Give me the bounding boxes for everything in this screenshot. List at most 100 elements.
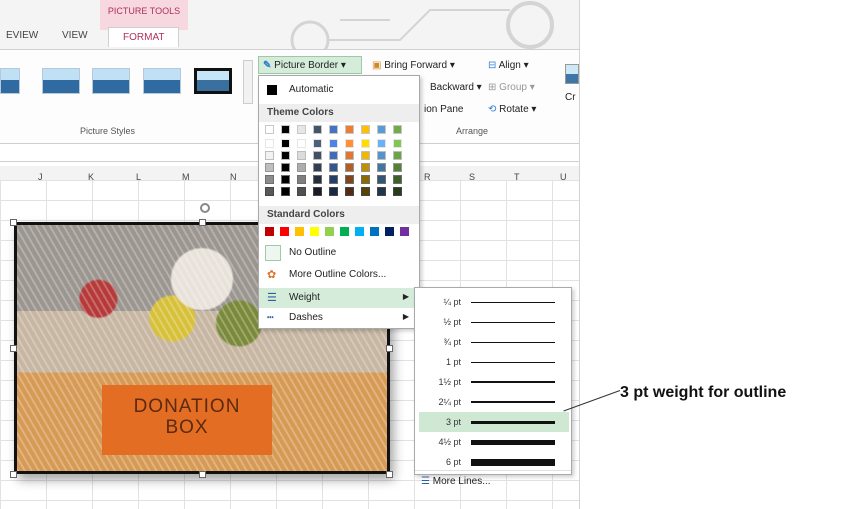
theme-color-swatch[interactable] xyxy=(313,163,322,172)
picture-style-thumb[interactable] xyxy=(143,68,181,94)
no-outline-item[interactable]: No Outline xyxy=(259,243,419,263)
more-outline-colors-item[interactable]: ✿ More Outline Colors... xyxy=(259,265,419,285)
weight-item[interactable]: ☰ Weight ▶ xyxy=(259,288,419,308)
weight-option[interactable]: 6 pt xyxy=(419,452,569,472)
theme-color-swatch[interactable] xyxy=(297,163,306,172)
picture-style-thumb[interactable] xyxy=(42,68,80,94)
theme-color-swatch[interactable] xyxy=(393,187,402,196)
tab-review[interactable]: EVIEW xyxy=(6,30,38,41)
theme-color-swatch[interactable] xyxy=(313,151,322,160)
weight-option[interactable]: ¼ pt xyxy=(419,292,569,312)
theme-color-swatch[interactable] xyxy=(377,151,386,160)
weight-option[interactable]: 3 pt xyxy=(419,412,569,432)
theme-color-swatch[interactable] xyxy=(329,163,338,172)
theme-color-swatch[interactable] xyxy=(377,163,386,172)
resize-handle[interactable] xyxy=(10,219,17,226)
theme-color-swatch[interactable] xyxy=(345,139,354,148)
theme-color-swatch[interactable] xyxy=(281,151,290,160)
theme-color-swatch[interactable] xyxy=(297,187,306,196)
theme-color-swatch[interactable] xyxy=(265,125,274,134)
standard-color-swatch[interactable] xyxy=(295,227,304,236)
theme-color-swatch[interactable] xyxy=(313,175,322,184)
theme-color-swatch[interactable] xyxy=(377,139,386,148)
theme-color-swatch[interactable] xyxy=(329,151,338,160)
theme-color-swatch[interactable] xyxy=(281,125,290,134)
theme-color-swatch[interactable] xyxy=(297,151,306,160)
theme-color-swatch[interactable] xyxy=(361,151,370,160)
resize-handle[interactable] xyxy=(386,345,393,352)
theme-color-swatch[interactable] xyxy=(345,125,354,134)
theme-color-swatch[interactable] xyxy=(345,151,354,160)
rotate-handle[interactable] xyxy=(200,203,210,213)
standard-color-swatch[interactable] xyxy=(280,227,289,236)
bring-forward-button[interactable]: ▣ Bring Forward ▾ xyxy=(372,60,455,71)
theme-color-swatch[interactable] xyxy=(265,175,274,184)
group-button[interactable]: ⊞ Group ▾ xyxy=(488,82,535,93)
theme-color-swatch[interactable] xyxy=(265,139,274,148)
weight-option[interactable]: ½ pt xyxy=(419,312,569,332)
picture-style-thumb[interactable] xyxy=(92,68,130,94)
resize-handle[interactable] xyxy=(10,471,17,478)
weight-option[interactable]: 2¼ pt xyxy=(419,392,569,412)
theme-color-swatch[interactable] xyxy=(361,125,370,134)
theme-color-swatch[interactable] xyxy=(329,175,338,184)
theme-color-swatch[interactable] xyxy=(361,163,370,172)
theme-color-swatch[interactable] xyxy=(361,187,370,196)
theme-color-swatch[interactable] xyxy=(329,139,338,148)
theme-color-swatch[interactable] xyxy=(393,139,402,148)
theme-color-swatch[interactable] xyxy=(281,163,290,172)
gallery-scroll[interactable] xyxy=(243,60,253,104)
standard-color-swatch[interactable] xyxy=(400,227,409,236)
theme-color-swatch[interactable] xyxy=(281,139,290,148)
theme-color-swatch[interactable] xyxy=(313,187,322,196)
theme-color-swatch[interactable] xyxy=(345,187,354,196)
theme-color-swatch[interactable] xyxy=(265,163,274,172)
more-lines-item[interactable]: ☰ More Lines... xyxy=(421,476,491,487)
crop-button[interactable]: Cr xyxy=(565,92,576,103)
standard-color-swatch[interactable] xyxy=(355,227,364,236)
standard-color-swatch[interactable] xyxy=(310,227,319,236)
theme-color-swatch[interactable] xyxy=(393,151,402,160)
standard-color-swatch[interactable] xyxy=(325,227,334,236)
weight-option[interactable]: 4½ pt xyxy=(419,432,569,452)
resize-handle[interactable] xyxy=(199,219,206,226)
rotate-button[interactable]: ⟲ Rotate ▾ xyxy=(488,104,536,115)
picture-style-thumb[interactable] xyxy=(0,68,20,94)
theme-color-swatch[interactable] xyxy=(329,187,338,196)
theme-color-swatch[interactable] xyxy=(361,175,370,184)
theme-color-swatch[interactable] xyxy=(297,175,306,184)
automatic-color-item[interactable]: Automatic xyxy=(259,80,419,100)
theme-color-swatch[interactable] xyxy=(281,175,290,184)
theme-color-swatch[interactable] xyxy=(265,151,274,160)
theme-color-swatch[interactable] xyxy=(393,125,402,134)
weight-option[interactable]: ¾ pt xyxy=(419,332,569,352)
theme-color-swatch[interactable] xyxy=(297,139,306,148)
resize-handle[interactable] xyxy=(199,471,206,478)
tab-view[interactable]: VIEW xyxy=(62,30,88,41)
theme-color-swatch[interactable] xyxy=(297,125,306,134)
theme-color-swatch[interactable] xyxy=(345,175,354,184)
theme-color-swatch[interactable] xyxy=(377,187,386,196)
picture-style-thumb-selected[interactable] xyxy=(194,68,232,94)
weight-option[interactable]: 1 pt xyxy=(419,352,569,372)
theme-color-swatch[interactable] xyxy=(313,139,322,148)
standard-color-swatch[interactable] xyxy=(385,227,394,236)
resize-handle[interactable] xyxy=(10,345,17,352)
theme-color-swatch[interactable] xyxy=(329,125,338,134)
standard-color-swatch[interactable] xyxy=(370,227,379,236)
picture-border-button[interactable]: ✎ Picture Border ▾ xyxy=(258,56,362,74)
theme-color-swatch[interactable] xyxy=(281,187,290,196)
tab-format[interactable]: FORMAT xyxy=(108,27,180,47)
theme-color-swatch[interactable] xyxy=(361,139,370,148)
dashes-item[interactable]: ┅ Dashes ▶ xyxy=(259,308,419,328)
selection-pane-button[interactable]: ion Pane xyxy=(424,104,463,115)
theme-color-swatch[interactable] xyxy=(265,187,274,196)
theme-color-swatch[interactable] xyxy=(313,125,322,134)
align-button[interactable]: ⊟ Align ▾ xyxy=(488,60,529,71)
resize-handle[interactable] xyxy=(386,471,393,478)
theme-color-swatch[interactable] xyxy=(393,175,402,184)
theme-color-swatch[interactable] xyxy=(377,125,386,134)
standard-color-swatch[interactable] xyxy=(265,227,274,236)
theme-color-swatch[interactable] xyxy=(393,163,402,172)
theme-color-swatch[interactable] xyxy=(345,163,354,172)
